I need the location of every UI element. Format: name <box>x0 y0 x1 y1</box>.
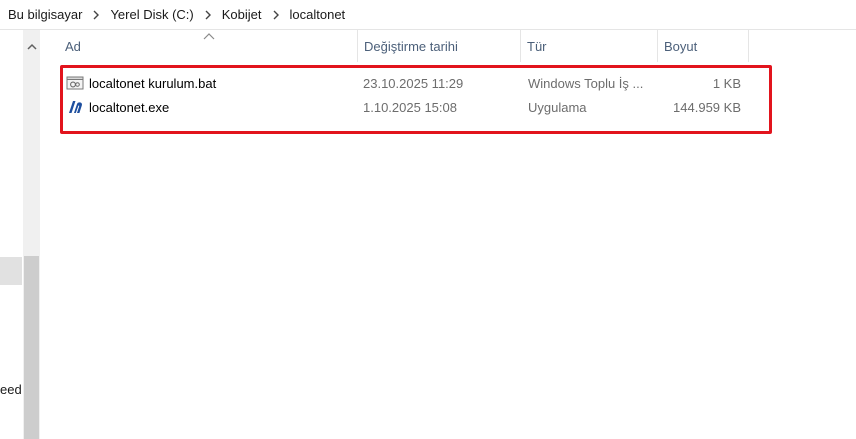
breadcrumb-item-kobijet[interactable]: Kobijet <box>218 7 266 22</box>
nav-item-label[interactable]: eed <box>0 382 22 397</box>
file-name-label: localtonet kurulum.bat <box>89 75 217 91</box>
file-explorer-window: Bu bilgisayar Yerel Disk (C:) Kobijet lo… <box>0 0 856 439</box>
navigation-pane: eed <box>0 30 24 439</box>
column-header-row: Ad Değiştirme tarihi Tür Boyut <box>40 30 856 62</box>
file-type-cell: Uygulama <box>528 99 587 115</box>
column-header-type[interactable]: Tür <box>521 30 658 62</box>
file-row[interactable]: localtonet.exe 1.10.2025 15:08 Uygulama … <box>40 95 856 119</box>
chevron-right-icon[interactable] <box>89 8 103 22</box>
scrollbar-thumb[interactable] <box>24 256 39 439</box>
column-header-name[interactable]: Ad <box>59 30 358 62</box>
breadcrumb-item-local-disk[interactable]: Yerel Disk (C:) <box>106 7 197 22</box>
column-header-size[interactable]: Boyut <box>658 30 749 62</box>
nav-scrollbar[interactable] <box>23 30 40 439</box>
file-name-cell[interactable]: localtonet kurulum.bat <box>66 71 356 95</box>
chevron-right-icon[interactable] <box>269 8 283 22</box>
file-date-cell: 23.10.2025 11:29 <box>363 75 464 91</box>
file-name-cell[interactable]: localtonet.exe <box>66 95 356 119</box>
localtonet-app-icon <box>66 98 84 116</box>
breadcrumb: Bu bilgisayar Yerel Disk (C:) Kobijet lo… <box>0 0 856 30</box>
scroll-up-icon[interactable] <box>23 38 40 55</box>
file-row[interactable]: localtonet kurulum.bat 23.10.2025 11:29 … <box>40 71 856 95</box>
file-type-cell: Windows Toplu İş ... <box>528 75 644 91</box>
file-size-cell: 144.959 KB <box>673 99 741 115</box>
breadcrumb-item-localtonet[interactable]: localtonet <box>286 7 350 22</box>
chevron-right-icon[interactable] <box>201 8 215 22</box>
file-list-view: Ad Değiştirme tarihi Tür Boyut localtone… <box>40 30 856 439</box>
nav-selected-item[interactable] <box>0 257 22 285</box>
column-header-date[interactable]: Değiştirme tarihi <box>358 30 521 62</box>
breadcrumb-item-this-pc[interactable]: Bu bilgisayar <box>0 7 86 22</box>
file-size-cell: 1 KB <box>712 75 741 91</box>
batch-file-icon <box>66 74 84 92</box>
file-date-cell: 1.10.2025 15:08 <box>363 99 457 115</box>
file-name-label: localtonet.exe <box>89 99 170 115</box>
